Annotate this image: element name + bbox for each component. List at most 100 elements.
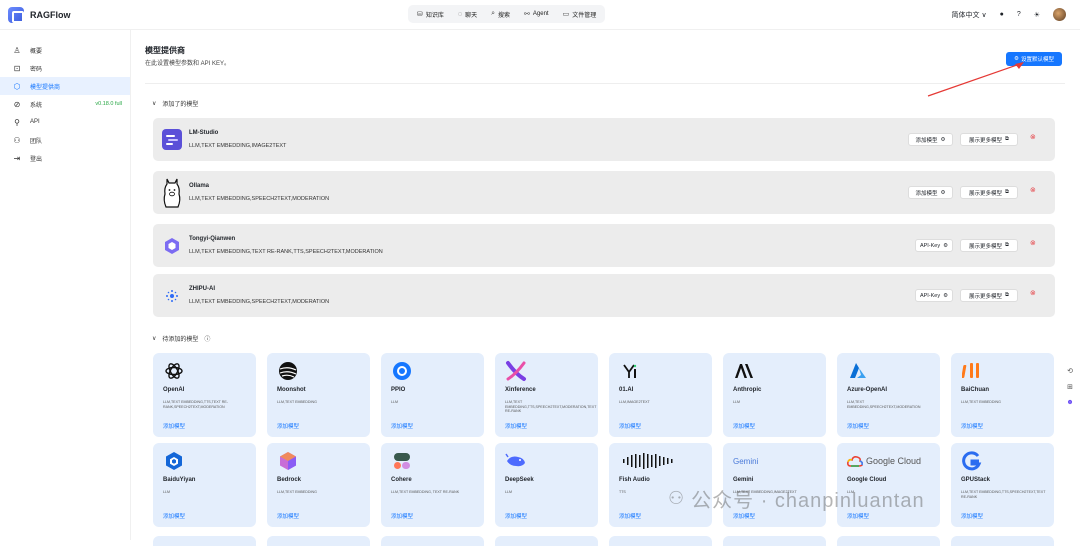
baiduyiyan-icon bbox=[163, 450, 185, 472]
sidebar-item-profile[interactable]: ♙ 概要 bbox=[0, 41, 130, 59]
show-more-models-button[interactable]: 展示更多模型 ⧉ bbox=[960, 239, 1018, 252]
deepseek-icon bbox=[505, 450, 527, 472]
model-tags: LLM,TEXT EMBEDDING bbox=[277, 400, 317, 404]
model-card-partial bbox=[153, 536, 256, 546]
nav-label: 知识库 bbox=[425, 12, 444, 19]
top-navigation: ⛁ 知识库 ◌ 聊天 ⌕ 搜索 ⚯ Agent ▭ 文件管理 bbox=[408, 5, 606, 23]
google-cloud-logo-text: Google Cloud bbox=[866, 456, 922, 466]
ppio-icon bbox=[391, 360, 413, 382]
delete-icon[interactable]: ⊗ bbox=[1030, 289, 1036, 297]
model-tags: LLM,TEXT EMBEDDING bbox=[277, 490, 317, 494]
add-model-link[interactable]: 添加模型 bbox=[505, 422, 527, 430]
model-name: Fish Audio bbox=[619, 477, 650, 483]
model-tags: LLM bbox=[163, 490, 170, 494]
add-model-link[interactable]: 添加模型 bbox=[619, 422, 641, 430]
added-model-row: ZHIPU-AI LLM,TEXT EMBEDDING,SPEECH2TEXT,… bbox=[153, 274, 1055, 317]
nav-knowledge-base[interactable]: ⛁ 知识库 bbox=[410, 5, 451, 23]
delete-icon[interactable]: ⊗ bbox=[1030, 186, 1036, 194]
model-tags: LLM,TEXT EMBEDDING,SPEECH2TEXT,MODERATIO… bbox=[189, 299, 330, 305]
top-bar: RAGFlow ⛁ 知识库 ◌ 聊天 ⌕ 搜索 ⚯ Agent ▭ 文件管理 简体中文 ∨… bbox=[0, 0, 1080, 30]
expand-icon: ⧉ bbox=[1005, 242, 1009, 248]
add-model-link[interactable]: 添加模型 bbox=[733, 422, 755, 430]
add-model-link[interactable]: 添加模型 bbox=[163, 512, 185, 520]
nav-file-management[interactable]: ▭ 文件管理 bbox=[556, 5, 604, 23]
sidebar-divider bbox=[130, 30, 131, 540]
sidebar-item-logout[interactable]: ⇥ 登出 bbox=[0, 149, 130, 167]
add-model-link[interactable]: 添加模型 bbox=[847, 422, 869, 430]
sidebar-item-password[interactable]: ⊡ 密码 bbox=[0, 59, 130, 77]
model-name: Gemini bbox=[733, 477, 754, 483]
model-tags: LLM,TEXT EMBEDDING,TTS,SPEECH2TEXT,TEXT … bbox=[961, 490, 1046, 499]
add-model-link[interactable]: 添加模型 bbox=[619, 512, 641, 520]
assistant-icon[interactable]: ☻ bbox=[1066, 399, 1073, 406]
model-tags: LLM bbox=[733, 400, 740, 404]
sidebar-item-label: 模型提供商 bbox=[30, 84, 61, 91]
nav-label: Agent bbox=[532, 11, 549, 17]
added-models-toggle[interactable]: ∨ 添加了的模型 bbox=[152, 99, 198, 108]
avatar[interactable] bbox=[1053, 8, 1066, 21]
ollama-icon bbox=[162, 178, 182, 208]
api-key-button[interactable]: API-Key ⚙ bbox=[915, 289, 953, 302]
gear-icon: ⚙ bbox=[940, 136, 946, 143]
model-tags: LLM,TEXT EMBEDDING,SPEECH2TEXT,MODERATIO… bbox=[189, 196, 330, 202]
help-icon[interactable]: ? bbox=[1017, 11, 1021, 18]
nav-agent[interactable]: ⚯ Agent bbox=[517, 5, 556, 23]
add-model-link[interactable]: 添加模型 bbox=[277, 422, 299, 430]
theme-toggle-icon[interactable]: ☀ bbox=[1034, 11, 1040, 19]
model-tags: LLM,TEXT EMBEDDING,IMAGE2TEXT bbox=[189, 143, 287, 149]
add-model-link[interactable]: 添加模型 bbox=[391, 422, 413, 430]
language-select[interactable]: 简体中文 ∨ bbox=[952, 10, 987, 20]
nav-chat[interactable]: ◌ 聊天 bbox=[451, 5, 484, 23]
model-card-anthropic: Anthropic LLM 添加模型 bbox=[723, 353, 826, 437]
delete-icon[interactable]: ⊗ bbox=[1030, 133, 1036, 141]
add-model-link[interactable]: 添加模型 bbox=[163, 422, 185, 430]
annotation-arrow-icon bbox=[927, 62, 1024, 97]
add-model-link[interactable]: 添加模型 bbox=[391, 512, 413, 520]
button-label: API-Key bbox=[919, 242, 941, 249]
delete-icon[interactable]: ⊗ bbox=[1030, 239, 1036, 247]
github-icon[interactable]: ● bbox=[1000, 11, 1004, 18]
floating-toolbar: ⟲ ⊞ ☻ bbox=[1063, 367, 1077, 419]
sidebar-item-model-providers[interactable]: ⬡ 模型提供商 bbox=[0, 77, 130, 95]
translate-icon[interactable]: ⟲ bbox=[1067, 367, 1073, 375]
add-model-link[interactable]: 添加模型 bbox=[961, 512, 983, 520]
team-icon: ⚇ bbox=[13, 135, 21, 145]
add-model-link[interactable]: 添加模型 bbox=[733, 512, 755, 520]
show-more-models-button[interactable]: 展示更多模型 ⧉ bbox=[960, 186, 1018, 199]
add-model-link[interactable]: 添加模型 bbox=[847, 512, 869, 520]
version-label: v0.18.0 full bbox=[95, 101, 122, 107]
expand-icon: ⧉ bbox=[1005, 136, 1009, 142]
add-model-button[interactable]: 添加模型 ⚙ bbox=[908, 186, 953, 199]
nav-search[interactable]: ⌕ 搜索 bbox=[484, 5, 517, 23]
add-model-link[interactable]: 添加模型 bbox=[505, 512, 527, 520]
model-card-cohere: Cohere LLM,TEXT EMBEDDING, TEXT RE-RANK … bbox=[381, 443, 484, 527]
chevron-down-icon: ∨ bbox=[981, 11, 987, 19]
agent-icon: ⚯ bbox=[524, 11, 530, 18]
search-icon: ⌕ bbox=[491, 10, 495, 17]
model-name: OpenAI bbox=[163, 387, 185, 393]
add-model-button[interactable]: 添加模型 ⚙ bbox=[908, 133, 953, 146]
grid-icon[interactable]: ⊞ bbox=[1067, 383, 1073, 391]
api-icon: ⚲ bbox=[14, 117, 20, 127]
gear-icon: ⚙ bbox=[943, 242, 949, 249]
sidebar-item-team[interactable]: ⚇ 团队 bbox=[0, 131, 130, 149]
pending-models-toggle[interactable]: ∨ 待添加的模型 ⓘ bbox=[152, 334, 210, 343]
sidebar-item-label: 概要 bbox=[30, 48, 43, 55]
show-more-models-button[interactable]: 展示更多模型 ⧉ bbox=[960, 289, 1018, 302]
add-model-link[interactable]: 添加模型 bbox=[277, 512, 299, 520]
sidebar-item-system[interactable]: ⊘ 系统 v0.18.0 full bbox=[0, 95, 130, 113]
button-label: 展示更多模型 bbox=[969, 190, 1003, 197]
azure-icon bbox=[847, 360, 869, 382]
model-tags: LLM bbox=[505, 490, 512, 494]
sidebar-item-api[interactable]: ⚲ API bbox=[0, 113, 130, 131]
added-model-row: Ollama LLM,TEXT EMBEDDING,SPEECH2TEXT,MO… bbox=[153, 171, 1055, 214]
model-card-azure-openai: Azure-OpenAI LLM,TEXT EMBEDDING,SPEECH2T… bbox=[837, 353, 940, 437]
button-label: 添加模型 bbox=[915, 190, 938, 197]
model-card-partial bbox=[495, 536, 598, 546]
top-right-controls: 简体中文 ∨ ● ? ☀ bbox=[952, 8, 1066, 21]
model-name: Xinference bbox=[505, 387, 536, 393]
api-key-button[interactable]: API-Key ⚙ bbox=[915, 239, 953, 252]
app-logo[interactable]: RAGFlow bbox=[8, 7, 71, 23]
add-model-link[interactable]: 添加模型 bbox=[961, 422, 983, 430]
show-more-models-button[interactable]: 展示更多模型 ⧉ bbox=[960, 133, 1018, 146]
